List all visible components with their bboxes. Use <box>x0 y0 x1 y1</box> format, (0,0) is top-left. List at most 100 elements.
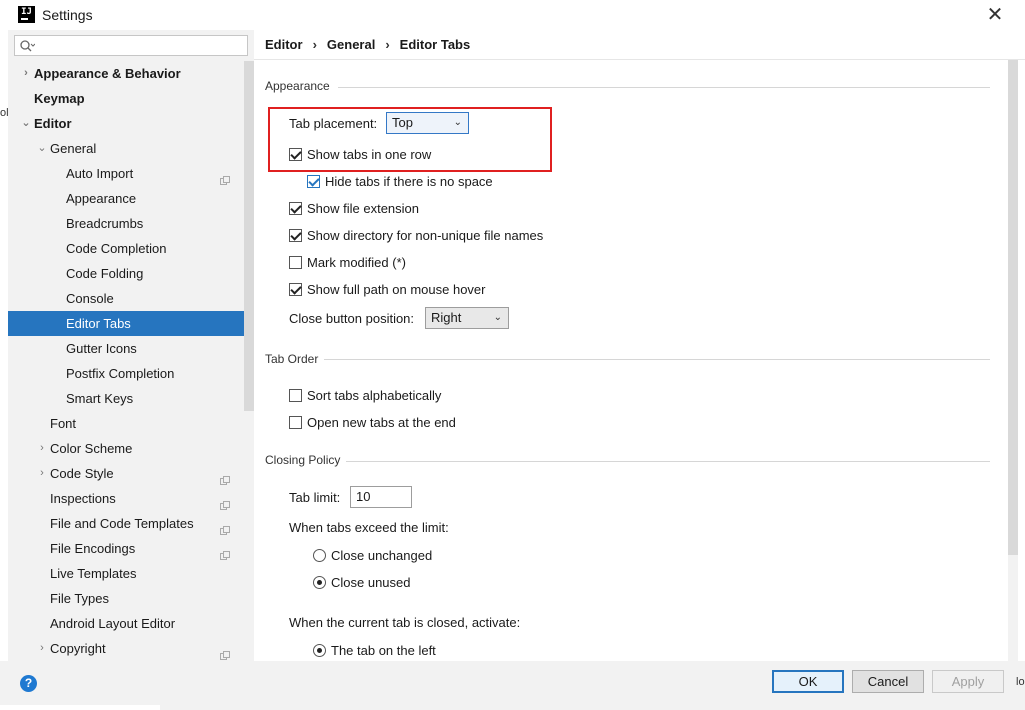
chevron-down-icon: ⌄ <box>493 312 502 323</box>
sidebar-item[interactable]: Editor Tabs <box>8 311 244 336</box>
sidebar-scrollbar-thumb[interactable] <box>244 61 254 411</box>
show-full-path-checkbox[interactable] <box>289 282 302 296</box>
sidebar-item[interactable]: › Color Scheme <box>8 436 244 461</box>
sidebar-item-label: File Encodings <box>50 541 136 556</box>
sidebar-item[interactable]: › Appearance & Behavior <box>8 61 244 86</box>
cancel-button[interactable]: Cancel <box>852 670 924 693</box>
tab-on-left-label: The tab on the left <box>331 642 436 658</box>
chevron-right-icon[interactable]: › <box>36 636 48 661</box>
show-file-extension-option[interactable]: Show file extension <box>289 199 419 217</box>
show-file-extension-label: Show file extension <box>307 200 420 216</box>
breadcrumb-item-current: Editor Tabs <box>399 37 471 52</box>
settings-content: Editor › General › Editor Tabs Appearanc… <box>254 30 1025 661</box>
section-divider <box>346 461 990 462</box>
help-button[interactable]: ? <box>20 675 37 692</box>
open-at-end-checkbox[interactable] <box>289 415 302 429</box>
tab-limit-input[interactable]: 10 <box>350 486 412 508</box>
activate-label: When the current tab is closed, activate… <box>289 615 521 630</box>
settings-sidebar: › Appearance & Behavior Keymap ⌄ Editor ⌄ Gene… <box>8 30 254 661</box>
sidebar-item-label: Console <box>66 291 114 306</box>
sidebar-item[interactable]: Keymap <box>8 86 244 111</box>
content-scrollbar-thumb[interactable] <box>1008 60 1018 555</box>
close-unchanged-radio[interactable] <box>313 548 326 562</box>
sidebar-item[interactable]: Breadcrumbs <box>8 211 244 236</box>
sidebar-item-label: Color Scheme <box>50 441 133 456</box>
tab-order-section-title: Tab Order <box>265 352 319 366</box>
apply-button[interactable]: Apply <box>932 670 1004 693</box>
content-scrollbar[interactable] <box>1008 60 1018 661</box>
sidebar-item[interactable]: Live Templates <box>8 561 244 586</box>
search-input[interactable] <box>14 35 248 56</box>
hide-tabs-no-space-checkbox[interactable] <box>307 174 320 188</box>
show-full-path-option[interactable]: Show full path on mouse hover <box>289 280 486 298</box>
chevron-right-icon[interactable]: › <box>20 61 32 86</box>
sort-alpha-checkbox[interactable] <box>289 388 302 402</box>
show-full-path-label: Show full path on mouse hover <box>307 281 486 297</box>
mark-modified-label: Mark modified (*) <box>307 254 406 270</box>
project-scope-icon <box>220 169 230 185</box>
close-unused-radio[interactable] <box>313 575 326 589</box>
mark-modified-option[interactable]: Mark modified (*) <box>289 253 406 271</box>
sidebar-item[interactable]: Postfix Completion <box>8 361 244 386</box>
sidebar-item[interactable]: File Types <box>8 586 244 611</box>
show-directory-checkbox[interactable] <box>289 228 302 242</box>
sidebar-item[interactable]: Appearance <box>8 186 244 211</box>
sidebar-item[interactable]: Code Folding <box>8 261 244 286</box>
sidebar-item[interactable]: File Encodings <box>8 536 244 561</box>
sidebar-item[interactable]: ⌄ Editor <box>8 111 244 136</box>
sidebar-item[interactable]: File and Code Templates <box>8 511 244 536</box>
sidebar-item-label: Breadcrumbs <box>66 216 144 231</box>
sidebar-scrollbar[interactable] <box>244 61 254 661</box>
sidebar-item[interactable]: Smart Keys <box>8 386 244 411</box>
chevron-right-icon[interactable]: › <box>36 461 48 486</box>
sidebar-item[interactable]: › Code Style <box>8 461 244 486</box>
sidebar-item[interactable]: Auto Import <box>8 161 244 186</box>
breadcrumb-item: General <box>326 37 376 52</box>
annotation-highlight-box <box>268 107 552 172</box>
sidebar-item[interactable]: Console <box>8 286 244 311</box>
chevron-down-icon[interactable]: ⌄ <box>20 111 32 136</box>
close-button-position-select[interactable]: Right ⌄ <box>425 307 509 329</box>
open-at-end-label: Open new tabs at the end <box>307 414 456 430</box>
exceed-limit-label: When tabs exceed the limit: <box>289 520 449 535</box>
sidebar-item-label: File Types <box>50 591 110 606</box>
chevron-down-icon[interactable]: ⌄ <box>36 136 48 161</box>
sidebar-item-label: Editor Tabs <box>66 316 131 331</box>
hide-tabs-no-space-label: Hide tabs if there is no space <box>325 173 493 189</box>
background-window-text: lo <box>1016 676 1025 688</box>
open-at-end-option[interactable]: Open new tabs at the end <box>289 413 456 431</box>
sidebar-item-label: Smart Keys <box>66 391 134 406</box>
ok-button[interactable]: OK <box>772 670 844 693</box>
close-unchanged-option[interactable]: Close unchanged <box>313 546 432 564</box>
tab-on-left-radio[interactable] <box>313 643 326 657</box>
sidebar-item-label: Font <box>50 416 77 431</box>
sidebar-item[interactable]: ⌄ General <box>8 136 244 161</box>
sidebar-item[interactable]: Inspections <box>8 486 244 511</box>
close-icon[interactable]: ✕ <box>983 3 1007 27</box>
sidebar-item-label: Postfix Completion <box>66 366 175 381</box>
sidebar-item[interactable]: Font <box>8 411 244 436</box>
project-scope-icon <box>220 519 230 535</box>
appearance-section-title: Appearance <box>265 79 330 93</box>
sidebar-item-label: Appearance & Behavior <box>34 66 181 81</box>
background-window-strip <box>0 705 160 710</box>
close-unchanged-label: Close unchanged <box>331 547 433 563</box>
tab-on-left-option[interactable]: The tab on the left <box>313 641 436 659</box>
title-bar: IJ Settings ✕ <box>0 0 1025 30</box>
sidebar-item[interactable]: Android Layout Editor <box>8 611 244 636</box>
mark-modified-checkbox[interactable] <box>289 255 302 269</box>
show-file-extension-checkbox[interactable] <box>289 201 302 215</box>
tab-limit-label: Tab limit: <box>289 490 341 505</box>
sidebar-item-label: Copyright <box>50 641 106 656</box>
close-unused-option[interactable]: Close unused <box>313 573 411 591</box>
show-directory-option[interactable]: Show directory for non-unique file names <box>289 226 543 244</box>
project-scope-icon <box>220 644 230 660</box>
sidebar-item-label: General <box>50 141 97 156</box>
sidebar-item[interactable]: › Copyright <box>8 636 244 661</box>
sidebar-item[interactable]: Gutter Icons <box>8 336 244 361</box>
sort-alpha-option[interactable]: Sort tabs alphabetically <box>289 386 441 404</box>
breadcrumb-separator: › <box>312 37 317 52</box>
hide-tabs-no-space-option[interactable]: Hide tabs if there is no space <box>307 172 493 190</box>
chevron-right-icon[interactable]: › <box>36 436 48 461</box>
sidebar-item[interactable]: Code Completion <box>8 236 244 261</box>
